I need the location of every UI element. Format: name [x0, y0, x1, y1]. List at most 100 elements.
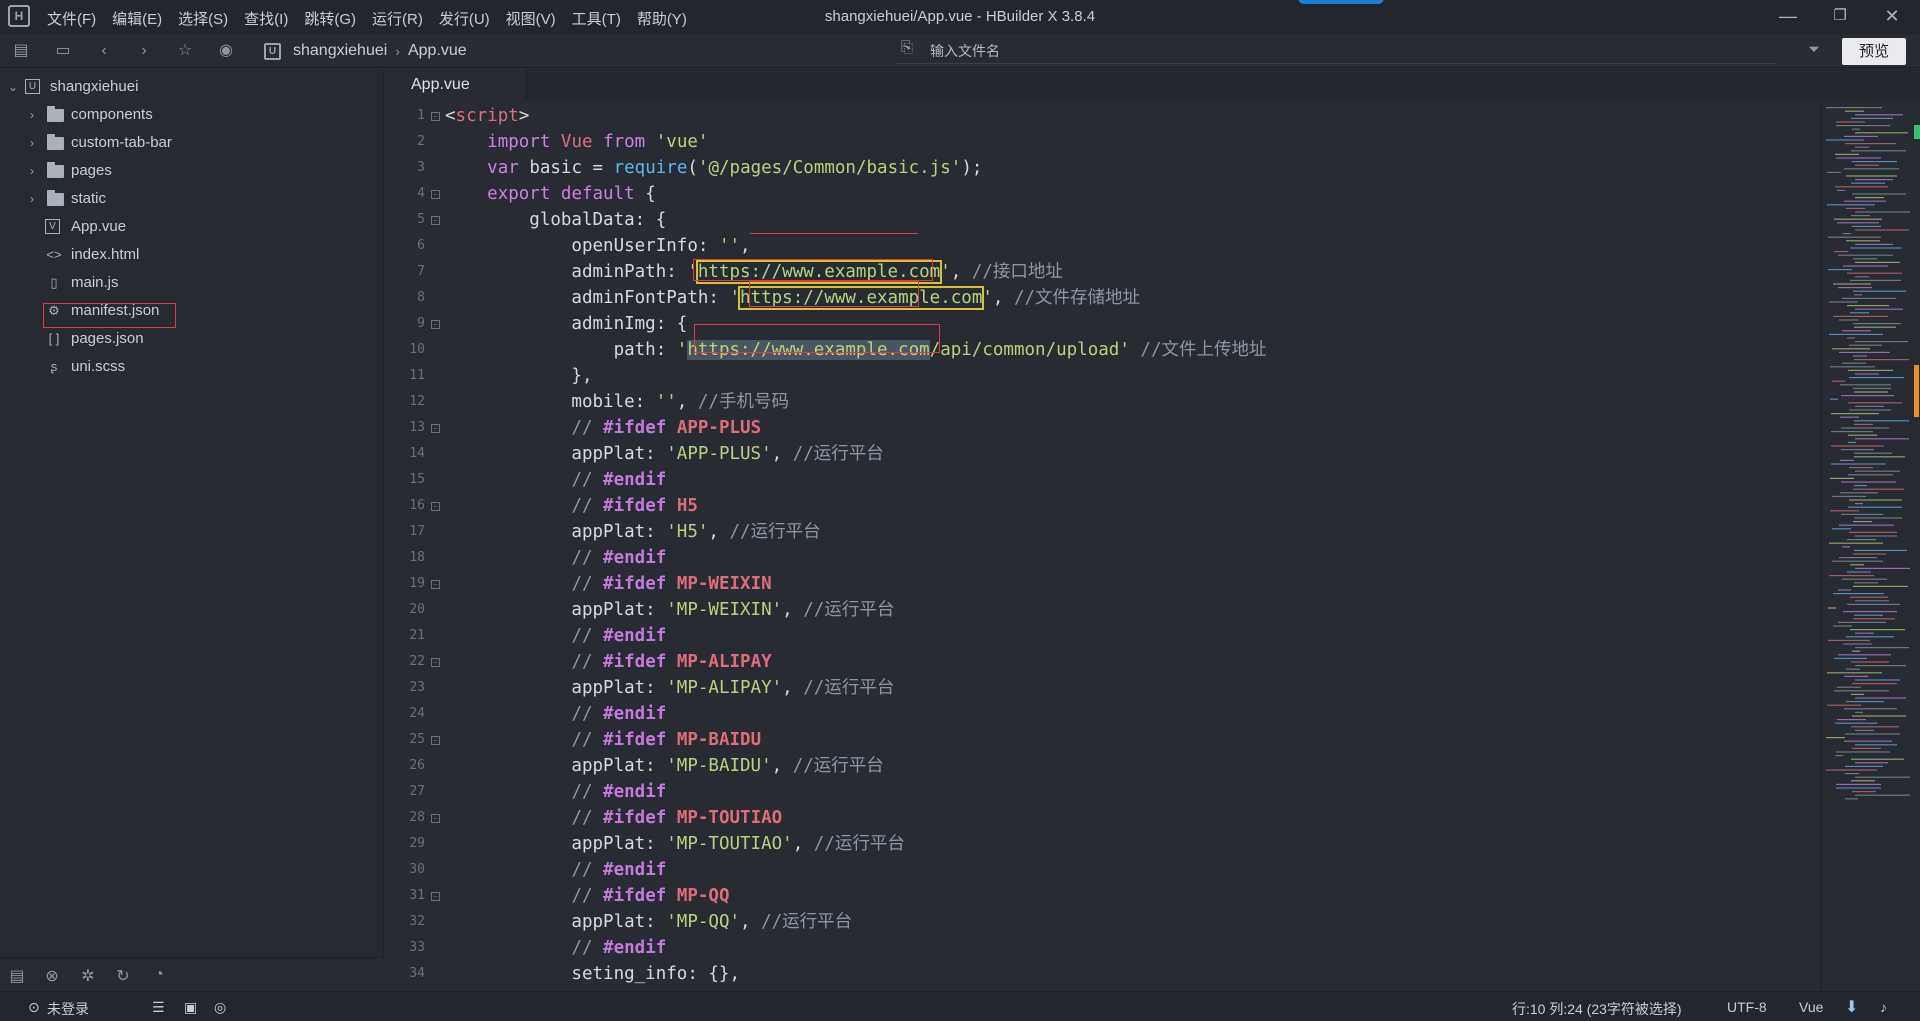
login-status[interactable]: 未登录	[47, 999, 89, 1019]
maximize-icon[interactable]: ❐	[1822, 3, 1858, 31]
preview-button[interactable]: 预览	[1842, 38, 1906, 65]
file-search-input[interactable]	[930, 41, 1730, 61]
menu-item-4[interactable]: 跳转(G)	[297, 0, 365, 34]
code-line[interactable]: // #ifdef MP-BAIDU	[445, 727, 761, 753]
code-line[interactable]: // #ifdef H5	[445, 493, 697, 519]
minimap-scroll-marker[interactable]	[1914, 365, 1919, 417]
tree-item-custom-tab-bar[interactable]: › custom-tab-bar	[0, 129, 384, 157]
code-line[interactable]: globalData: {	[445, 207, 666, 233]
menu-item-8[interactable]: 工具(T)	[565, 0, 630, 34]
code-line[interactable]: mobile: '', //手机号码	[445, 389, 789, 415]
fold-toggle-icon[interactable]: −	[431, 736, 440, 745]
palette-icon[interactable]: ◔	[148, 966, 170, 984]
chevron-down-icon[interactable]: ⌄	[8, 73, 18, 101]
tree-item-static[interactable]: › static	[0, 185, 384, 213]
language-mode[interactable]: Vue	[1799, 999, 1823, 1015]
menu-item-3[interactable]: 查找(I)	[237, 0, 297, 34]
encoding[interactable]: UTF-8	[1727, 999, 1767, 1015]
chevron-right-icon[interactable]: ›	[30, 185, 40, 213]
minimize-icon[interactable]: —	[1770, 3, 1806, 31]
breadcrumb-project[interactable]: shangxiehuei	[293, 42, 387, 60]
code-line[interactable]: appPlat: 'APP-PLUS', //运行平台	[445, 441, 883, 467]
explorer-icon[interactable]: ▤	[6, 966, 28, 986]
star-icon[interactable]: ☆	[174, 41, 196, 61]
menu-item-0[interactable]: 文件(F)	[40, 0, 105, 34]
menu-item-1[interactable]: 编辑(E)	[105, 0, 171, 34]
save-icon[interactable]: ▭	[52, 41, 74, 61]
binoculars-icon[interactable]: ⊗	[41, 966, 63, 986]
code-line[interactable]: // #ifdef MP-QQ	[445, 883, 729, 909]
fold-toggle-icon[interactable]: −	[431, 502, 440, 511]
fold-toggle-icon[interactable]: −	[431, 112, 440, 121]
menu-item-9[interactable]: 帮助(Y)	[630, 0, 696, 34]
code-line[interactable]: // #ifdef MP-ALIPAY	[445, 649, 771, 675]
globe-icon[interactable]: ◎	[214, 999, 226, 1016]
code-line[interactable]: // #endif	[445, 623, 666, 649]
code-line[interactable]: openUserInfo: '',	[445, 233, 750, 259]
tab-app-vue[interactable]: App.vue	[385, 69, 525, 101]
list-icon[interactable]: ☰	[152, 999, 165, 1016]
code-line[interactable]: // #endif	[445, 935, 666, 961]
chevron-right-icon[interactable]: ›	[30, 129, 40, 157]
bell-icon[interactable]: ♪	[1880, 999, 1887, 1015]
code-line[interactable]: appPlat: 'MP-WEIXIN', //运行平台	[445, 597, 894, 623]
tree-item-uni-scss[interactable]: ʂ uni.scss	[0, 353, 384, 381]
code-line[interactable]: appPlat: 'H5', //运行平台	[445, 519, 820, 545]
code-line[interactable]: appPlat: 'MP-ALIPAY', //运行平台	[445, 675, 894, 701]
back-icon[interactable]: ‹	[93, 41, 115, 61]
fold-toggle-icon[interactable]: −	[431, 190, 440, 199]
fold-toggle-icon[interactable]: −	[431, 580, 440, 589]
new-file-icon[interactable]: ▤	[10, 41, 32, 61]
fold-toggle-icon[interactable]: −	[431, 424, 440, 433]
code-line[interactable]: // #endif	[445, 857, 666, 883]
menu-item-2[interactable]: 选择(S)	[171, 0, 237, 34]
code-line[interactable]: appPlat: 'MP-BAIDU', //运行平台	[445, 753, 883, 779]
terminal-icon[interactable]: ▣	[184, 999, 197, 1016]
code-line[interactable]: // #ifdef MP-WEIXIN	[445, 571, 771, 597]
fold-toggle-icon[interactable]: −	[431, 658, 440, 667]
code-line[interactable]: },	[445, 363, 592, 389]
code-line[interactable]: // #ifdef APP-PLUS	[445, 415, 761, 441]
code-line[interactable]: // #ifdef MP-TOUTIAO	[445, 805, 782, 831]
chevron-right-icon[interactable]: ›	[30, 157, 40, 185]
tree-item-index-html[interactable]: <> index.html	[0, 241, 384, 269]
code-line[interactable]: appPlat: 'MP-TOUTIAO', //运行平台	[445, 831, 904, 857]
filter-icon[interactable]: ⏷	[1808, 41, 1820, 58]
code-line[interactable]: import Vue from 'vue'	[445, 129, 708, 155]
forward-icon[interactable]: ›	[133, 41, 155, 61]
code-line[interactable]: seting_info: {},	[445, 961, 740, 987]
menu-item-5[interactable]: 运行(R)	[365, 0, 432, 34]
breadcrumb-file[interactable]: App.vue	[408, 42, 467, 60]
tree-item-app-vue[interactable]: V App.vue	[0, 213, 384, 241]
code-line[interactable]: appPlat: 'MP-QQ', //运行平台	[445, 909, 852, 935]
code-line[interactable]: // #endif	[445, 545, 666, 571]
fold-toggle-icon[interactable]: −	[431, 814, 440, 823]
close-icon[interactable]: ✕	[1874, 3, 1910, 31]
tree-item-shangxiehuei[interactable]: ⌄ Ushangxiehuei	[0, 73, 384, 101]
cursor-position[interactable]: 行:10 列:24 (23字符被选择)	[1512, 999, 1682, 1019]
debug-icon[interactable]: ✲	[77, 966, 99, 986]
tree-item-components[interactable]: › components	[0, 101, 384, 129]
run-icon[interactable]: ◉	[215, 41, 237, 61]
fold-toggle-icon[interactable]: −	[431, 892, 440, 901]
code-line[interactable]: var basic = require('@/pages/Common/basi…	[445, 155, 982, 181]
fold-toggle-icon[interactable]: −	[431, 216, 440, 225]
tree-item-main-js[interactable]: ▯ main.js	[0, 269, 384, 297]
code-line[interactable]: adminImg: {	[445, 311, 687, 337]
fold-toggle-icon[interactable]: −	[431, 320, 440, 329]
code-line[interactable]: // #endif	[445, 467, 666, 493]
minimap[interactable]	[1821, 101, 1920, 991]
sync-icon[interactable]: ↻	[112, 966, 134, 986]
code-area[interactable]: <script> import Vue from 'vue' var basic…	[445, 101, 1815, 991]
download-icon[interactable]: ⬇	[1845, 997, 1858, 1017]
tree-item-pages-json[interactable]: [ ] pages.json	[0, 325, 384, 353]
menu-item-7[interactable]: 视图(V)	[499, 0, 565, 34]
code-line[interactable]: export default {	[445, 181, 656, 207]
code-line[interactable]: // #endif	[445, 779, 666, 805]
code-editor[interactable]: 1−2 3 4−5−6 7 8 9−10 11 12 13−14 15 16−17 18 19−20 21…	[385, 101, 1821, 991]
tree-item-pages[interactable]: › pages	[0, 157, 384, 185]
code-line[interactable]: <script>	[445, 103, 529, 129]
chevron-right-icon[interactable]: ›	[30, 101, 40, 129]
code-line[interactable]: // #endif	[445, 701, 666, 727]
menu-item-6[interactable]: 发行(U)	[432, 0, 499, 34]
